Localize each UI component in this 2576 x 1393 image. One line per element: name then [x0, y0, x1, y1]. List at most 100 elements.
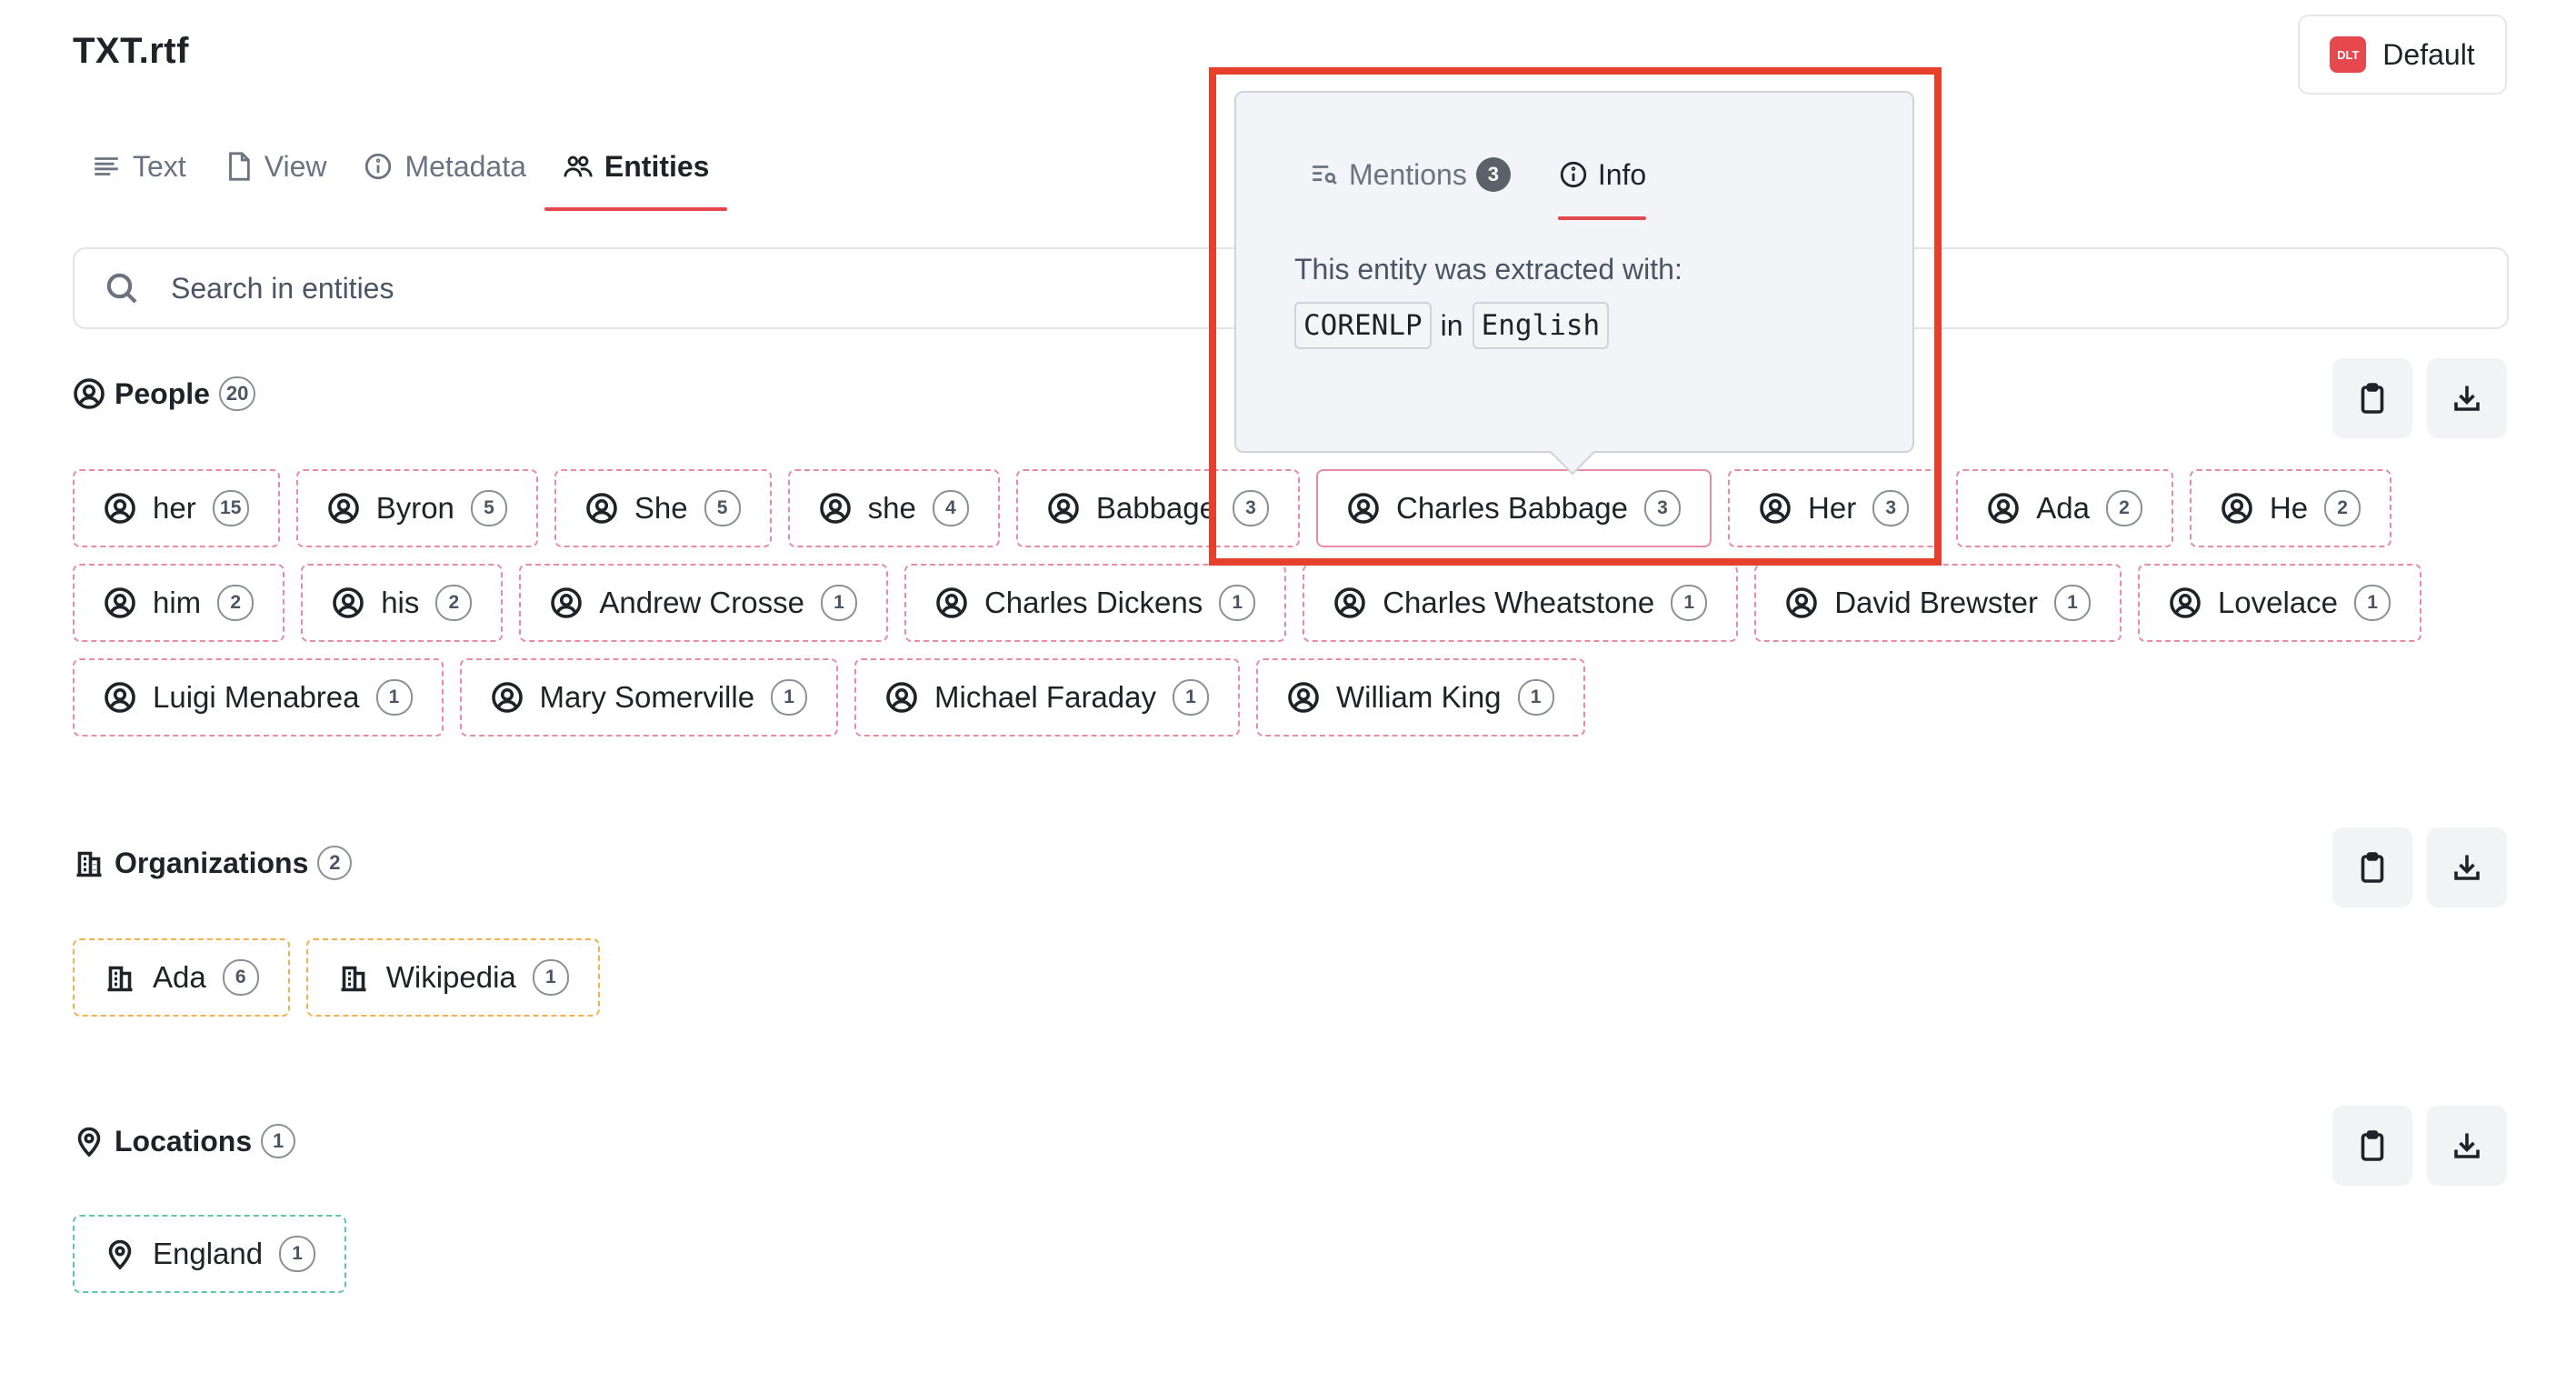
entity-count-badge: 1	[532, 959, 569, 996]
entity-name: Mary Somerville	[539, 680, 755, 714]
map-pin-icon	[77, 1127, 101, 1157]
download-icon	[2454, 1133, 2480, 1158]
entity-count-badge: 1	[820, 585, 857, 621]
entity-chip[interactable]: his 2	[301, 564, 504, 642]
people-download-button[interactable]	[2427, 358, 2507, 438]
building-icon	[107, 966, 133, 992]
highlight-box	[1209, 67, 1942, 566]
tab-text[interactable]: Text	[73, 136, 205, 196]
entity-name: Wikipedia	[385, 960, 516, 994]
locations-copy-button[interactable]	[2332, 1106, 2412, 1186]
locations-section-header: Locations 1	[73, 1124, 296, 1158]
organizations-count-badge: 2	[317, 846, 353, 880]
entity-chip[interactable]: Lovelace 1	[2137, 564, 2422, 642]
project-button[interactable]: DLT Default	[2298, 15, 2507, 95]
entity-name: William King	[1336, 680, 1502, 714]
person-circle-icon	[1288, 682, 1319, 713]
entity-count-badge: 1	[2354, 585, 2391, 621]
entity-chip[interactable]: Ada 2	[1956, 469, 2173, 547]
entity-name: Charles Wheatstone	[1383, 586, 1655, 619]
document-title: TXT.rtf	[73, 31, 189, 71]
entity-name: Charles Dickens	[983, 586, 1203, 619]
entity-chip[interactable]: England 1	[73, 1215, 347, 1293]
tab-metadata[interactable]: Metadata	[344, 136, 544, 196]
tab-entities[interactable]: Entities	[544, 136, 728, 211]
tab-view[interactable]: View	[205, 136, 345, 196]
entity-name: David Brewster	[1834, 586, 2038, 619]
people-count-badge: 20	[218, 376, 256, 411]
people-icon	[564, 155, 593, 177]
person-circle-icon	[2170, 587, 2201, 618]
entity-chip[interactable]: him 2	[73, 564, 285, 642]
entity-name: she	[867, 491, 916, 525]
entity-name: his	[381, 586, 420, 619]
text-lines-icon	[95, 157, 118, 175]
search-icon	[106, 273, 137, 304]
people-copy-button[interactable]	[2332, 358, 2412, 438]
organizations-download-button[interactable]	[2427, 827, 2507, 907]
entity-chip[interactable]: Charles Dickens 1	[904, 564, 1287, 642]
tab-metadata-label: Metadata	[404, 149, 526, 183]
person-circle-icon	[1786, 587, 1818, 618]
entity-count-badge: 2	[2324, 490, 2361, 526]
entity-name: She	[634, 491, 688, 525]
entity-chip[interactable]: Luigi Menabrea 1	[73, 658, 444, 737]
person-circle-icon	[819, 493, 851, 524]
entity-count-badge: 5	[470, 490, 507, 526]
entity-count-badge: 1	[1517, 679, 1554, 716]
organizations-section-header: Organizations 2	[73, 846, 353, 880]
entity-chip[interactable]: Ada 6	[73, 938, 290, 1017]
locations-download-button[interactable]	[2427, 1106, 2507, 1186]
entity-count-badge: 1	[1219, 585, 1256, 621]
entity-chip[interactable]: Byron 5	[295, 469, 538, 547]
entity-chip[interactable]: she 4	[787, 469, 1000, 547]
entity-count-badge: 1	[771, 679, 808, 716]
entity-chip[interactable]: Charles Wheatstone 1	[1303, 564, 1739, 642]
person-circle-icon	[74, 378, 105, 409]
entity-count-badge: 2	[435, 585, 473, 621]
download-icon	[2454, 386, 2480, 411]
organizations-section-title: Organizations	[115, 846, 309, 879]
entity-name: He	[2269, 491, 2309, 525]
entity-count-badge: 1	[279, 1236, 316, 1272]
person-circle-icon	[105, 682, 135, 713]
locations-entity-list: England 1	[73, 1215, 2527, 1293]
clipboard-icon	[2361, 1130, 2384, 1161]
entity-name: Ada	[2036, 491, 2090, 525]
entity-chip[interactable]: He 2	[2189, 469, 2392, 547]
entity-chip[interactable]: Wikipedia 1	[305, 938, 600, 1017]
entity-name: Byron	[375, 491, 454, 525]
entity-chip[interactable]: Michael Faraday 1	[854, 658, 1240, 737]
entity-chip[interactable]: her 15	[73, 469, 280, 547]
tab-entities-label: Entities	[604, 149, 710, 183]
locations-count-badge: 1	[261, 1124, 296, 1158]
person-circle-icon	[2222, 493, 2252, 524]
building-icon	[341, 966, 366, 992]
project-label: Default	[2382, 37, 2475, 71]
entity-name: Lovelace	[2217, 586, 2339, 619]
person-circle-icon	[1988, 493, 2020, 524]
entity-name: Babbage	[1095, 491, 1216, 525]
project-logo: DLT	[2330, 36, 2367, 73]
entity-count-badge: 5	[704, 490, 741, 526]
entity-chip[interactable]: David Brewster 1	[1754, 564, 2122, 642]
entity-chip[interactable]: Mary Somerville 1	[459, 658, 839, 737]
building-icon	[76, 851, 102, 877]
person-circle-icon	[327, 493, 359, 524]
person-circle-icon	[105, 587, 135, 618]
people-section-title: People	[115, 376, 210, 410]
entity-chip[interactable]: She 5	[554, 469, 772, 547]
person-circle-icon	[936, 587, 967, 618]
entity-name: Andrew Crosse	[599, 586, 804, 619]
entity-name: Ada	[153, 960, 206, 994]
download-icon	[2454, 855, 2480, 880]
entity-name: him	[153, 586, 202, 619]
person-circle-icon	[491, 682, 523, 713]
search-input[interactable]	[169, 270, 1173, 306]
entity-chip[interactable]: William King 1	[1256, 658, 1585, 737]
person-circle-icon	[1334, 587, 1366, 618]
entity-chip[interactable]: Andrew Crosse 1	[519, 564, 888, 642]
people-section-header: People 20	[73, 376, 256, 411]
organizations-copy-button[interactable]	[2332, 827, 2412, 907]
entity-name: Luigi Menabrea	[153, 680, 360, 714]
